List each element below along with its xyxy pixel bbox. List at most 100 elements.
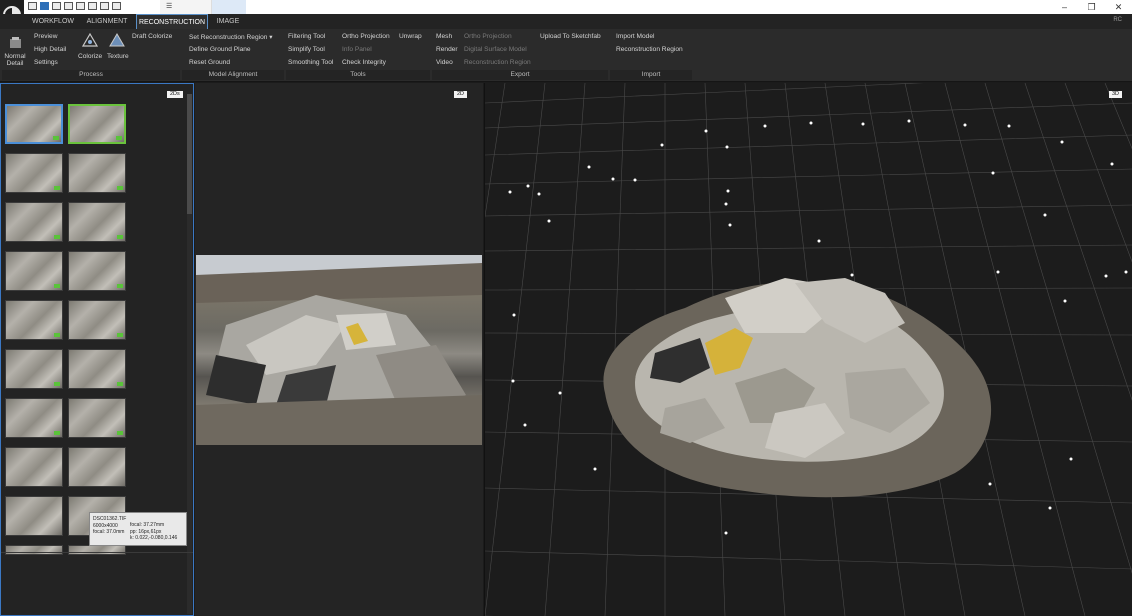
restore-icon[interactable]: ❐ <box>1078 0 1105 14</box>
image-thumbnail[interactable] <box>5 300 63 340</box>
view-badge-2d[interactable]: 2D <box>454 91 468 98</box>
tooltip-focal-left: focal: 37.0mm <box>93 529 125 535</box>
layout-5-icon[interactable] <box>76 2 85 10</box>
user-initials[interactable]: RC <box>1113 17 1122 23</box>
document-tab[interactable]: ☰ <box>160 0 212 14</box>
layout-6-icon[interactable] <box>88 2 97 10</box>
image-info-tooltip: DSC01362.TIF 6000x4000 focal: 37.0mm foc… <box>89 512 187 546</box>
chevron-down-icon: ▾ <box>269 34 273 41</box>
image-thumbnail[interactable] <box>5 496 63 536</box>
info-panel-button[interactable]: Info Panel <box>342 46 372 53</box>
status-badge <box>54 284 60 288</box>
preview-button[interactable]: Preview <box>34 33 57 40</box>
tools-group-label: Tools <box>286 70 430 80</box>
export-render-button[interactable]: Render <box>436 46 458 53</box>
image-thumbnail[interactable] <box>5 545 63 555</box>
layout-7-icon[interactable] <box>100 2 109 10</box>
image-thumbnail[interactable] <box>5 153 63 193</box>
set-region-label: Set Reconstruction Region <box>189 34 268 41</box>
high-detail-button[interactable]: High Detail <box>34 46 66 53</box>
image-thumbnail[interactable] <box>5 447 63 487</box>
image-thumbnail[interactable] <box>5 349 63 389</box>
view-badge-2ds[interactable]: 2Ds <box>167 91 183 98</box>
image-thumbnail[interactable] <box>68 104 126 144</box>
close-icon[interactable]: ✕ <box>1105 0 1132 14</box>
view-badge-3d[interactable]: 3D <box>1109 91 1123 98</box>
image-thumbnail[interactable] <box>68 447 126 487</box>
define-ground-plane-button[interactable]: Define Ground Plane <box>189 46 251 53</box>
status-badge <box>116 136 122 140</box>
image-thumbnail[interactable] <box>68 300 126 340</box>
layout-2-icon[interactable] <box>40 2 49 10</box>
scrollbar-thumb[interactable] <box>187 94 192 214</box>
model-alignment-group-label: Model Alignment <box>182 70 284 80</box>
3d-viewport-grid[interactable] <box>485 83 1132 616</box>
check-integrity-button[interactable]: Check Integrity <box>342 59 386 66</box>
tab-alignment[interactable]: ALIGNMENT <box>82 14 132 29</box>
colorize-icon[interactable] <box>82 33 98 49</box>
set-reconstruction-region-button[interactable]: Set Reconstruction Region ▾ <box>189 33 273 41</box>
layout-8-icon[interactable] <box>112 2 121 10</box>
colorize-button[interactable]: Colorize <box>78 53 102 60</box>
normal-detail-line2: Detail <box>6 60 24 67</box>
status-badge <box>117 431 123 435</box>
reset-ground-button[interactable]: Reset Ground <box>189 59 230 66</box>
layout-3-icon[interactable] <box>52 2 61 10</box>
tooltip-k: k: 0.022,-0.080,0.146 <box>130 535 178 541</box>
smoothing-tool-button[interactable]: Smoothing Tool <box>288 59 333 66</box>
import-recon-region-button[interactable]: Reconstruction Region <box>616 46 683 53</box>
settings-button[interactable]: Settings <box>34 59 58 66</box>
status-badge <box>117 235 123 239</box>
image-thumbnail[interactable] <box>68 153 126 193</box>
panel-divider <box>1 552 193 553</box>
status-badge <box>54 431 60 435</box>
status-badge <box>53 136 59 140</box>
normal-detail-button[interactable]: Normal Detail <box>4 53 26 67</box>
status-badge <box>117 382 123 386</box>
export-video-button[interactable]: Video <box>436 59 453 66</box>
image-thumbnail[interactable] <box>68 545 126 555</box>
document-tab-secondary[interactable] <box>212 0 246 14</box>
tab-workflow[interactable]: WORKFLOW <box>28 14 78 29</box>
view-3d-panel[interactable]: 3D <box>484 83 1132 616</box>
export-recon-region-button[interactable]: Reconstruction Region <box>464 59 531 66</box>
tab-reconstruction[interactable]: RECONSTRUCTION <box>136 14 208 29</box>
import-model-button[interactable]: Import Model <box>616 33 654 40</box>
images-scrollbar[interactable] <box>187 94 192 614</box>
image-thumbnail[interactable] <box>68 398 126 438</box>
ribbon-tab-bar: WORKFLOW ALIGNMENT RECONSTRUCTION IMAGE … <box>0 14 1132 29</box>
draft-colorize-button[interactable]: Draft Colorize <box>132 33 172 40</box>
export-mesh-button[interactable]: Mesh <box>436 33 452 40</box>
image-thumbnail[interactable] <box>68 349 126 389</box>
import-group-label: Import <box>610 70 692 80</box>
export-group-label: Export <box>432 70 608 80</box>
view-2d-panel[interactable]: 2D <box>195 83 483 616</box>
status-badge <box>54 235 60 239</box>
upload-sketchfab-button[interactable]: Upload To Sketchfab <box>540 33 601 40</box>
export-dsm-button[interactable]: Digital Surface Model <box>464 46 527 53</box>
unwrap-button[interactable]: Unwrap <box>399 33 422 40</box>
minimize-icon[interactable]: – <box>1051 0 1078 14</box>
tab-image[interactable]: IMAGE <box>212 14 244 29</box>
ortho-projection-tool-button[interactable]: Ortho Projection <box>342 33 390 40</box>
image-thumbnail[interactable] <box>5 104 63 144</box>
window-controls: – ❐ ✕ <box>1051 0 1132 14</box>
image-thumbnail[interactable] <box>5 202 63 242</box>
tooltip-right-col: focal: 37.27mm pp: 16px,61px k: 0.022,-0… <box>130 522 177 542</box>
texture-button[interactable]: Texture <box>107 53 129 60</box>
export-ortho-button[interactable]: Ortho Projection <box>464 33 512 40</box>
layout-1-icon[interactable] <box>28 2 37 10</box>
image-thumbnail[interactable] <box>5 398 63 438</box>
simplify-tool-button[interactable]: Simplify Tool <box>288 46 325 53</box>
filtering-tool-button[interactable]: Filtering Tool <box>288 33 325 40</box>
process-group-label: Process <box>2 70 180 80</box>
normal-detail-icon[interactable] <box>8 35 22 49</box>
tooltip-filename: DSC01362.TIF <box>93 516 127 522</box>
layout-4-icon[interactable] <box>64 2 73 10</box>
image-thumbnail[interactable] <box>68 202 126 242</box>
image-thumbnail[interactable] <box>68 251 126 291</box>
status-badge <box>117 333 123 337</box>
photo-preview[interactable] <box>196 255 482 445</box>
texture-icon[interactable] <box>109 33 125 49</box>
image-thumbnail[interactable] <box>5 251 63 291</box>
